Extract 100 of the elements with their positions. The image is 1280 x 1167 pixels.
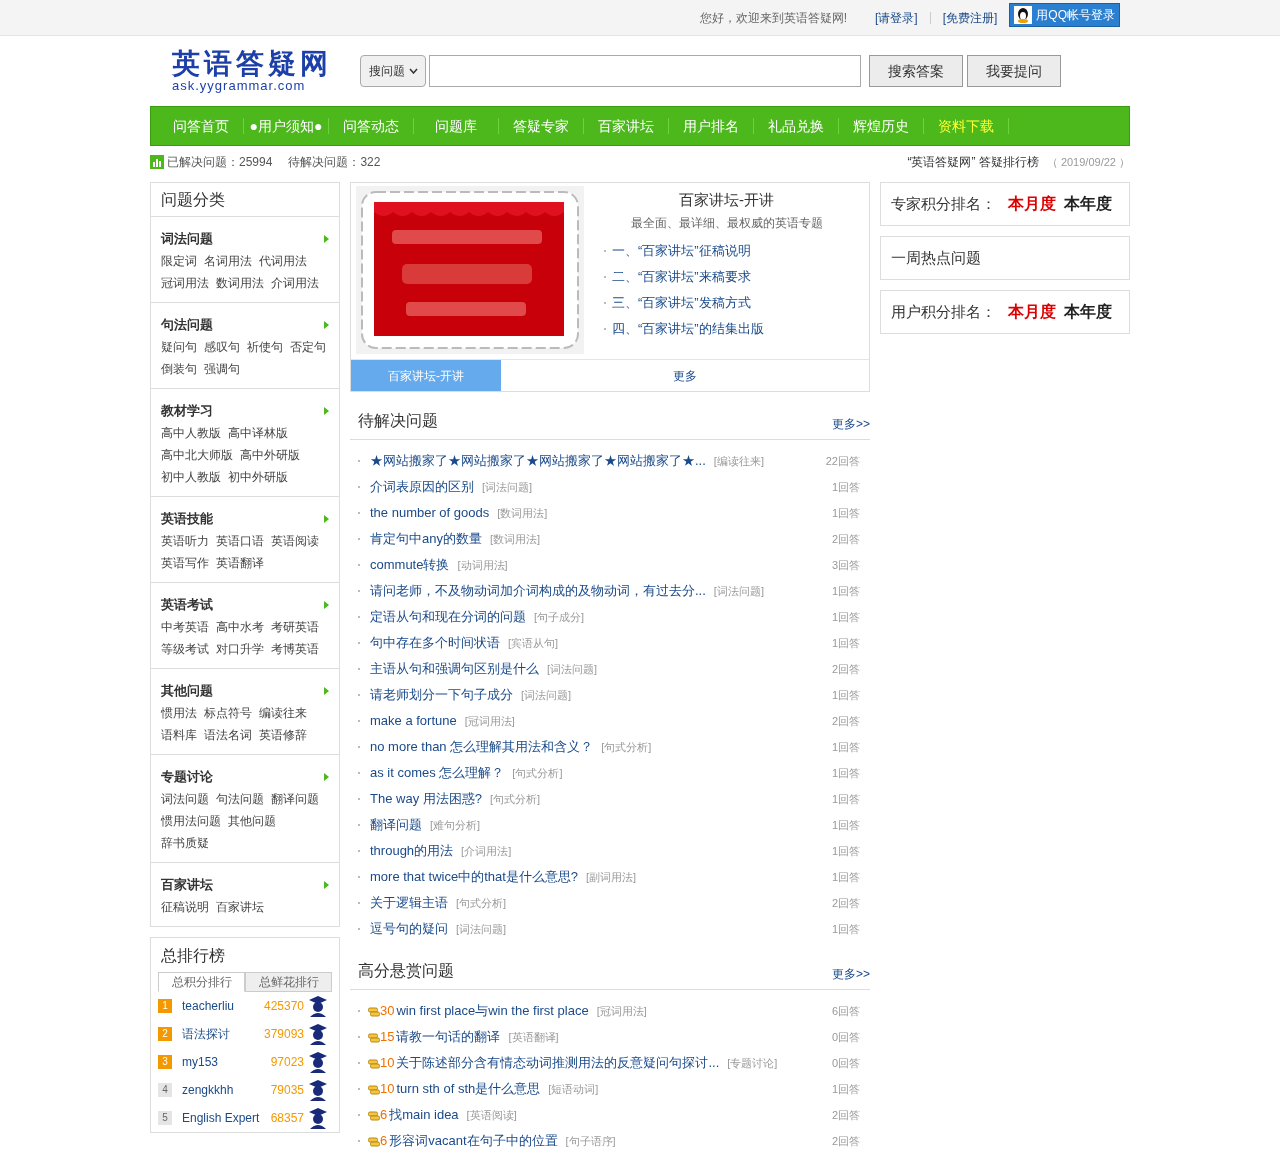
- category-link[interactable]: 考博英语: [271, 640, 319, 658]
- feature-link[interactable]: 一、“百家讲坛”征稿说明: [612, 240, 751, 261]
- question-link[interactable]: 请教一句话的翻译: [396, 1027, 501, 1047]
- question-link[interactable]: commute转换: [370, 555, 450, 575]
- question-link[interactable]: 形容词vacant在句子中的位置: [389, 1131, 558, 1151]
- leaderboard-tab[interactable]: 总鲜花排行: [245, 972, 332, 992]
- category-heading[interactable]: 句法问题: [161, 315, 213, 335]
- category-link[interactable]: 初中外研版: [228, 468, 288, 486]
- category-link[interactable]: 其他问题: [228, 812, 276, 830]
- category-link[interactable]: 对口升学: [216, 640, 264, 658]
- category-link[interactable]: 英语修辞: [259, 726, 307, 744]
- category-link[interactable]: 惯用法问题: [161, 812, 221, 830]
- search-type-select[interactable]: 搜问题: [360, 55, 426, 87]
- category-link[interactable]: 否定句: [290, 338, 326, 356]
- category-link[interactable]: 初中人教版: [161, 468, 221, 486]
- leaderboard-tab[interactable]: 总积分排行: [158, 972, 245, 992]
- category-link[interactable]: 等级考试: [161, 640, 209, 658]
- category-link[interactable]: 英语阅读: [271, 532, 319, 550]
- category-heading[interactable]: 专题讨论: [161, 767, 213, 787]
- period-tab[interactable]: 本年度: [1064, 192, 1112, 216]
- more-link[interactable]: 更多>>: [832, 965, 870, 983]
- category-link[interactable]: 倒装句: [161, 360, 197, 378]
- category-link[interactable]: 名词用法: [204, 252, 252, 270]
- category-link[interactable]: 高中译林版: [228, 424, 288, 442]
- category-link[interactable]: 强调句: [204, 360, 240, 378]
- category-heading[interactable]: 其他问题: [161, 681, 213, 701]
- category-link[interactable]: 限定词: [161, 252, 197, 270]
- question-link[interactable]: 定语从句和现在分词的问题: [370, 607, 526, 627]
- question-link[interactable]: as it comes 怎么理解？: [370, 763, 505, 783]
- category-link[interactable]: 高中外研版: [240, 446, 300, 464]
- category-heading[interactable]: 英语考试: [161, 595, 213, 615]
- category-link[interactable]: 词法问题: [161, 790, 209, 808]
- category-heading[interactable]: 教材学习: [161, 401, 213, 421]
- feature-link[interactable]: 四、“百家讲坛”的结集出版: [612, 318, 764, 339]
- category-heading[interactable]: 词法问题: [161, 229, 213, 249]
- category-link[interactable]: 英语翻译: [216, 554, 264, 572]
- question-link[interactable]: more that twice中的that是什么意思?: [370, 867, 579, 887]
- question-link[interactable]: turn sth of sth是什么意思: [396, 1079, 541, 1099]
- user-name[interactable]: my153: [182, 1053, 219, 1071]
- category-link[interactable]: 惯用法: [161, 704, 197, 722]
- question-link[interactable]: the number of goods: [370, 503, 490, 523]
- question-link[interactable]: 主语从句和强调句区别是什么: [370, 659, 539, 679]
- category-link[interactable]: 编读往来: [259, 704, 307, 722]
- period-tab[interactable]: 本年度: [1064, 300, 1112, 324]
- ranking-link[interactable]: “英语答疑网” 答疑排行榜: [907, 153, 1039, 171]
- search-button[interactable]: 搜索答案: [869, 55, 963, 87]
- qq-login-button[interactable]: 用QQ帐号登录: [1009, 2, 1120, 27]
- period-tab[interactable]: 本月度: [1008, 300, 1056, 324]
- question-link[interactable]: ★网站搬家了★网站搬家了★网站搬家了★网站搬家了★...: [370, 451, 706, 471]
- category-link[interactable]: 语料库: [161, 726, 197, 744]
- period-tab[interactable]: 本月度: [1008, 192, 1056, 216]
- category-link[interactable]: 代词用法: [259, 252, 307, 270]
- question-link[interactable]: 关于逻辑主语: [370, 893, 448, 913]
- category-link[interactable]: 祈使句: [247, 338, 283, 356]
- question-link[interactable]: 请老师划分一下句子成分: [370, 685, 513, 705]
- category-link[interactable]: 介词用法: [271, 274, 319, 292]
- question-link[interactable]: 找main idea: [389, 1105, 459, 1125]
- question-link[interactable]: through的用法: [370, 841, 454, 861]
- question-link[interactable]: 介词表原因的区别: [370, 477, 474, 497]
- question-link[interactable]: 肯定句中any的数量: [370, 529, 482, 549]
- question-link[interactable]: 翻译问题: [370, 815, 422, 835]
- search-field[interactable]: [429, 55, 861, 87]
- question-link[interactable]: The way 用法困惑?: [370, 789, 482, 809]
- login-link[interactable]: [请登录]: [875, 8, 918, 27]
- ask-button[interactable]: 我要提问: [967, 55, 1061, 87]
- feature-link[interactable]: 二、“百家讲坛”来稿要求: [612, 266, 751, 287]
- category-link[interactable]: 感叹句: [204, 338, 240, 356]
- feature-link[interactable]: 三、“百家讲坛”发稿方式: [612, 292, 751, 313]
- category-link[interactable]: 考研英语: [271, 618, 319, 636]
- category-link[interactable]: 翻译问题: [271, 790, 319, 808]
- user-name[interactable]: English Expert: [182, 1109, 260, 1127]
- category-link[interactable]: 英语口语: [216, 532, 264, 550]
- question-link[interactable]: no more than 怎么理解其用法和含义？: [370, 737, 594, 757]
- question-link[interactable]: 关于陈述部分含有情态动词推测用法的反意疑问句探讨...: [396, 1053, 720, 1073]
- category-link[interactable]: 数词用法: [216, 274, 264, 292]
- question-link[interactable]: 请问老师，不及物动词加介词构成的及物动词，有过去分...: [370, 581, 706, 601]
- category-link[interactable]: 标点符号: [204, 704, 252, 722]
- question-link[interactable]: win first place与win the first place: [396, 1001, 589, 1021]
- category-heading[interactable]: 百家讲坛: [161, 875, 213, 895]
- user-name[interactable]: zengkkhh: [182, 1081, 234, 1099]
- category-link[interactable]: 高中水考: [216, 618, 264, 636]
- category-link[interactable]: 英语写作: [161, 554, 209, 572]
- user-name[interactable]: 语法探讨: [182, 1025, 230, 1043]
- category-link[interactable]: 冠词用法: [161, 274, 209, 292]
- question-link[interactable]: 句中存在多个时间状语: [370, 633, 500, 653]
- category-link[interactable]: 疑问句: [161, 338, 197, 356]
- category-link[interactable]: 征稿说明: [161, 898, 209, 916]
- question-link[interactable]: 逗号句的疑问: [370, 919, 448, 939]
- user-name[interactable]: teacherliu: [182, 997, 235, 1015]
- more-link[interactable]: 更多>>: [832, 415, 870, 433]
- category-link[interactable]: 中考英语: [161, 618, 209, 636]
- category-link[interactable]: 句法问题: [216, 790, 264, 808]
- category-link[interactable]: 辞书质疑: [161, 834, 209, 852]
- category-heading[interactable]: 英语技能: [161, 509, 213, 529]
- question-link[interactable]: make a fortune: [370, 711, 457, 731]
- register-link[interactable]: [免费注册]: [942, 8, 998, 27]
- category-link[interactable]: 高中北大师版: [161, 446, 233, 464]
- category-link[interactable]: 语法名词: [204, 726, 252, 744]
- category-link[interactable]: 百家讲坛: [216, 898, 264, 916]
- category-link[interactable]: 高中人教版: [161, 424, 221, 442]
